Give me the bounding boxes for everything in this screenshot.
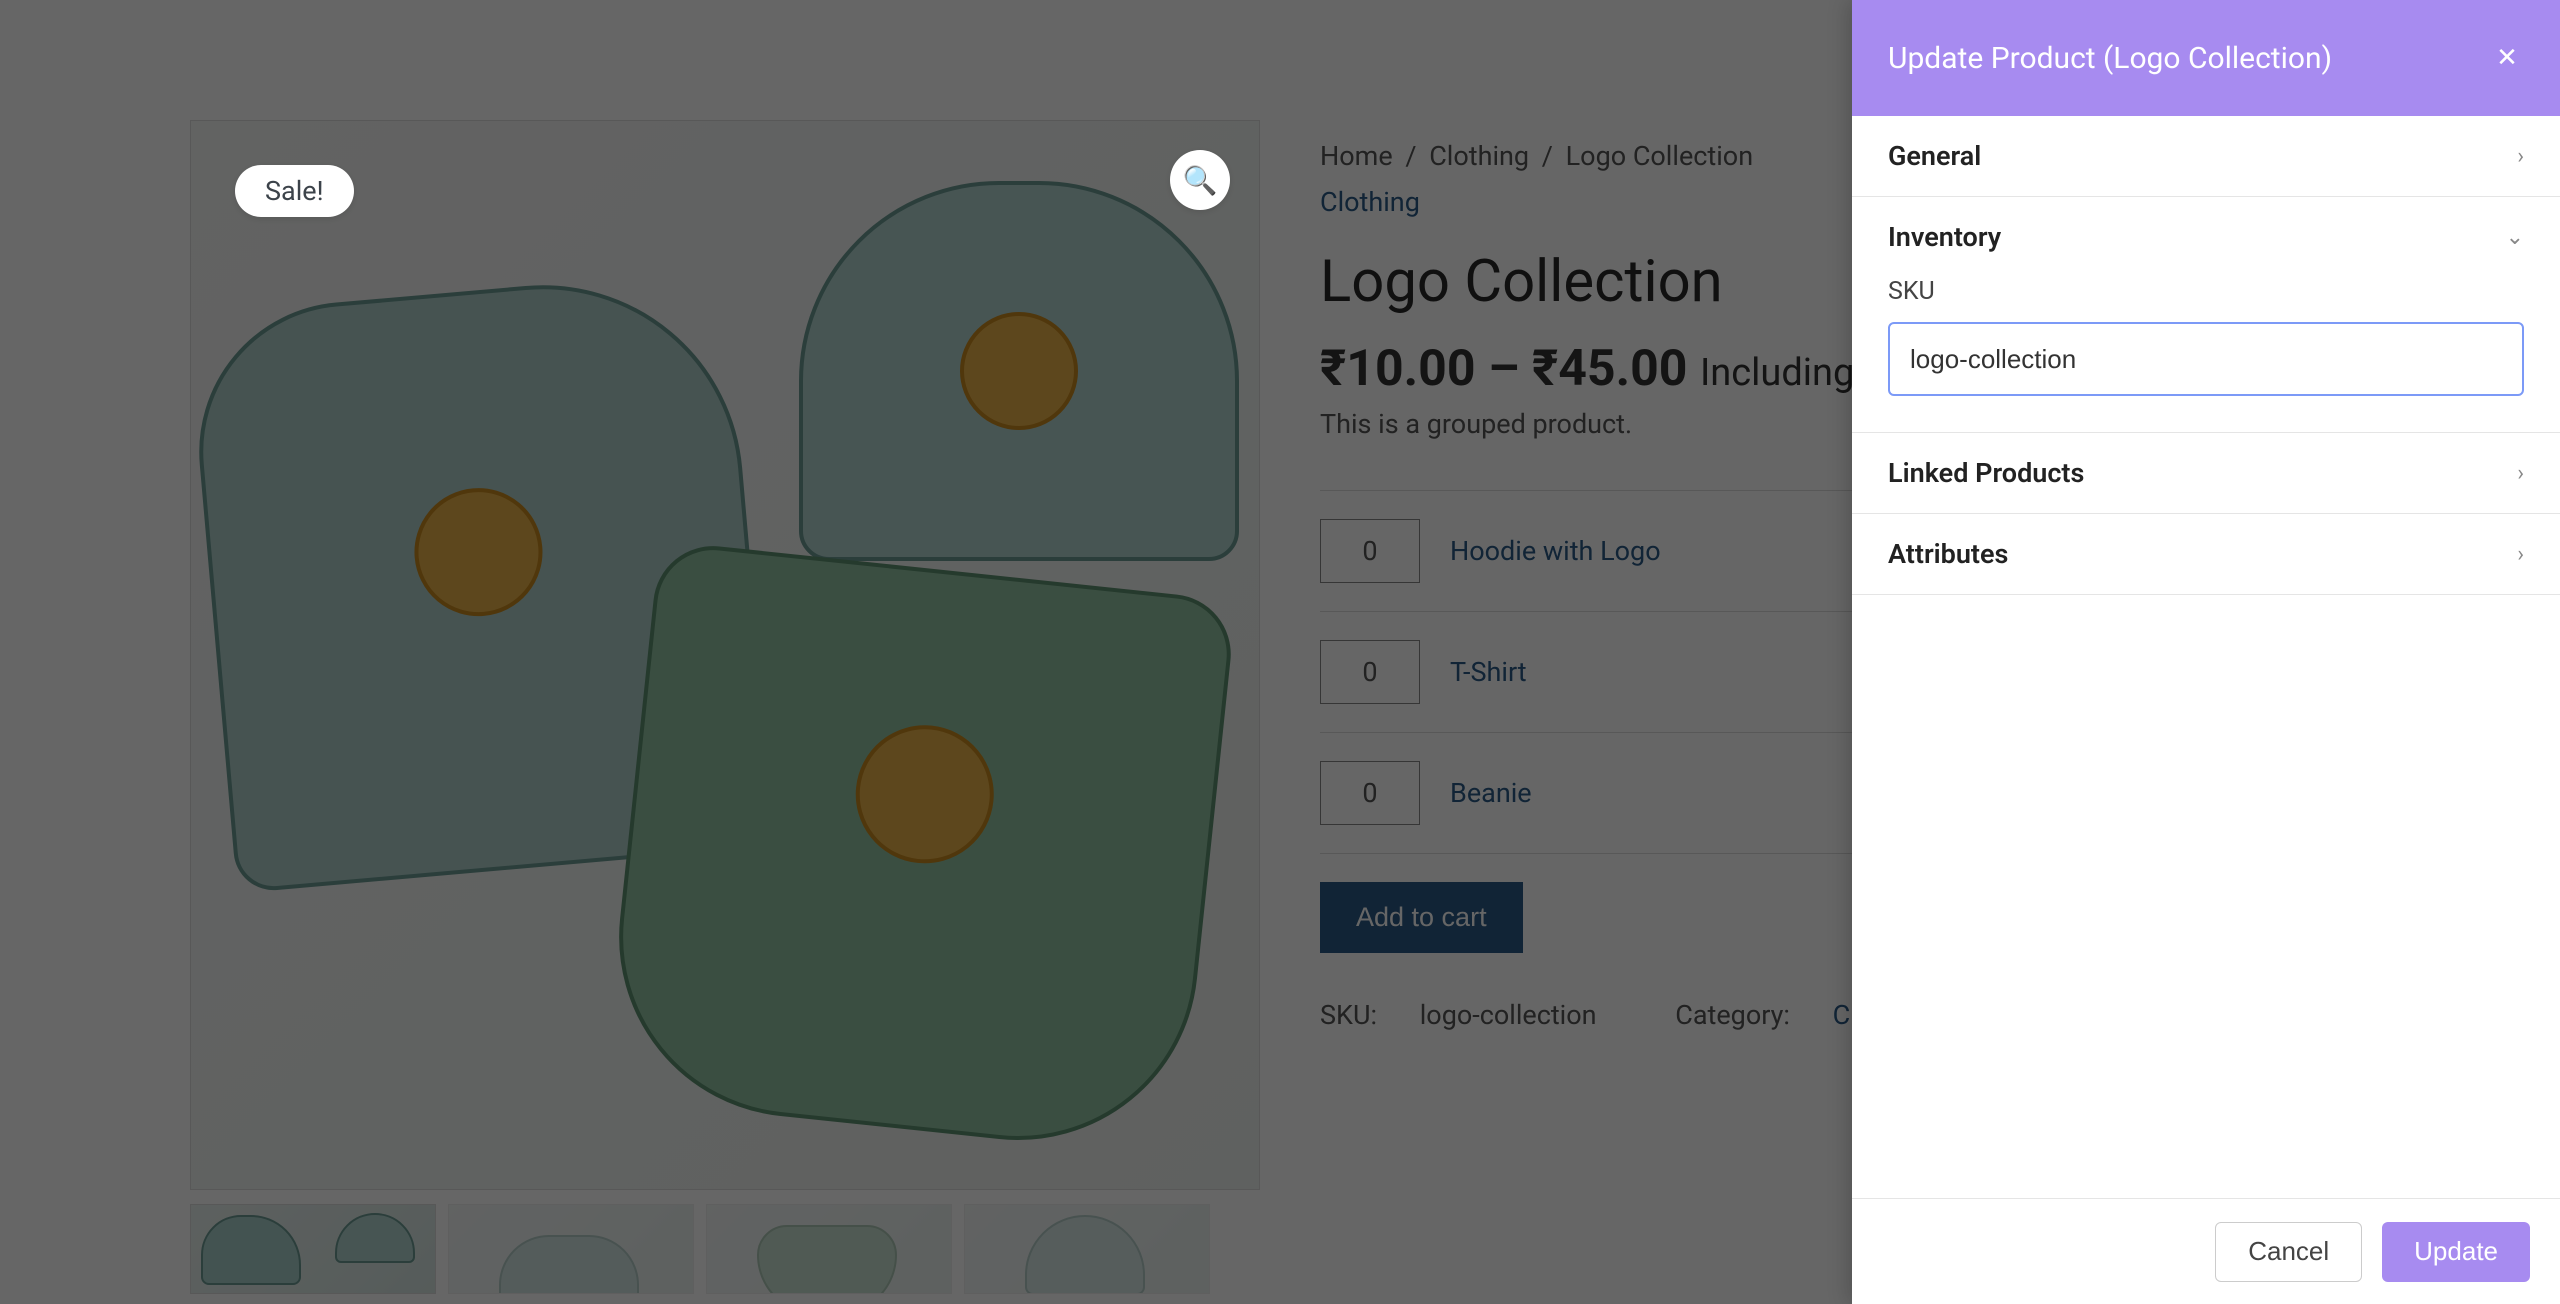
sku-label: SKU — [1888, 277, 2524, 306]
section-general: General › — [1852, 116, 2560, 197]
section-attributes-header[interactable]: Attributes › — [1852, 514, 2560, 594]
drawer-header: Update Product (Logo Collection) ✕ — [1852, 0, 2560, 116]
section-inventory-header[interactable]: Inventory ⌄ — [1852, 197, 2560, 277]
drawer-body: General › Inventory ⌄ SKU Linked Product… — [1852, 116, 2560, 1198]
section-inventory: Inventory ⌄ SKU — [1852, 197, 2560, 433]
sku-input[interactable] — [1888, 322, 2524, 396]
section-linked-header[interactable]: Linked Products › — [1852, 433, 2560, 513]
cancel-button[interactable]: Cancel — [2215, 1222, 2362, 1282]
section-inventory-body: SKU — [1852, 277, 2560, 432]
chevron-right-icon: › — [2517, 144, 2524, 169]
zoom-icon[interactable]: 🔍 — [1170, 150, 1230, 210]
update-product-drawer: Update Product (Logo Collection) ✕ Gener… — [1852, 0, 2560, 1304]
section-linked-products: Linked Products › — [1852, 433, 2560, 514]
chevron-down-icon: ⌄ — [2506, 225, 2524, 250]
update-button[interactable]: Update — [2382, 1222, 2530, 1282]
sale-badge: Sale! — [235, 165, 354, 217]
section-general-header[interactable]: General › — [1852, 116, 2560, 196]
chevron-right-icon: › — [2517, 542, 2524, 567]
drawer-title: Update Product (Logo Collection) — [1888, 41, 2332, 76]
drawer-footer: Cancel Update — [1852, 1198, 2560, 1304]
chevron-right-icon: › — [2517, 461, 2524, 486]
section-attributes: Attributes › — [1852, 514, 2560, 595]
close-icon[interactable]: ✕ — [2490, 41, 2524, 75]
